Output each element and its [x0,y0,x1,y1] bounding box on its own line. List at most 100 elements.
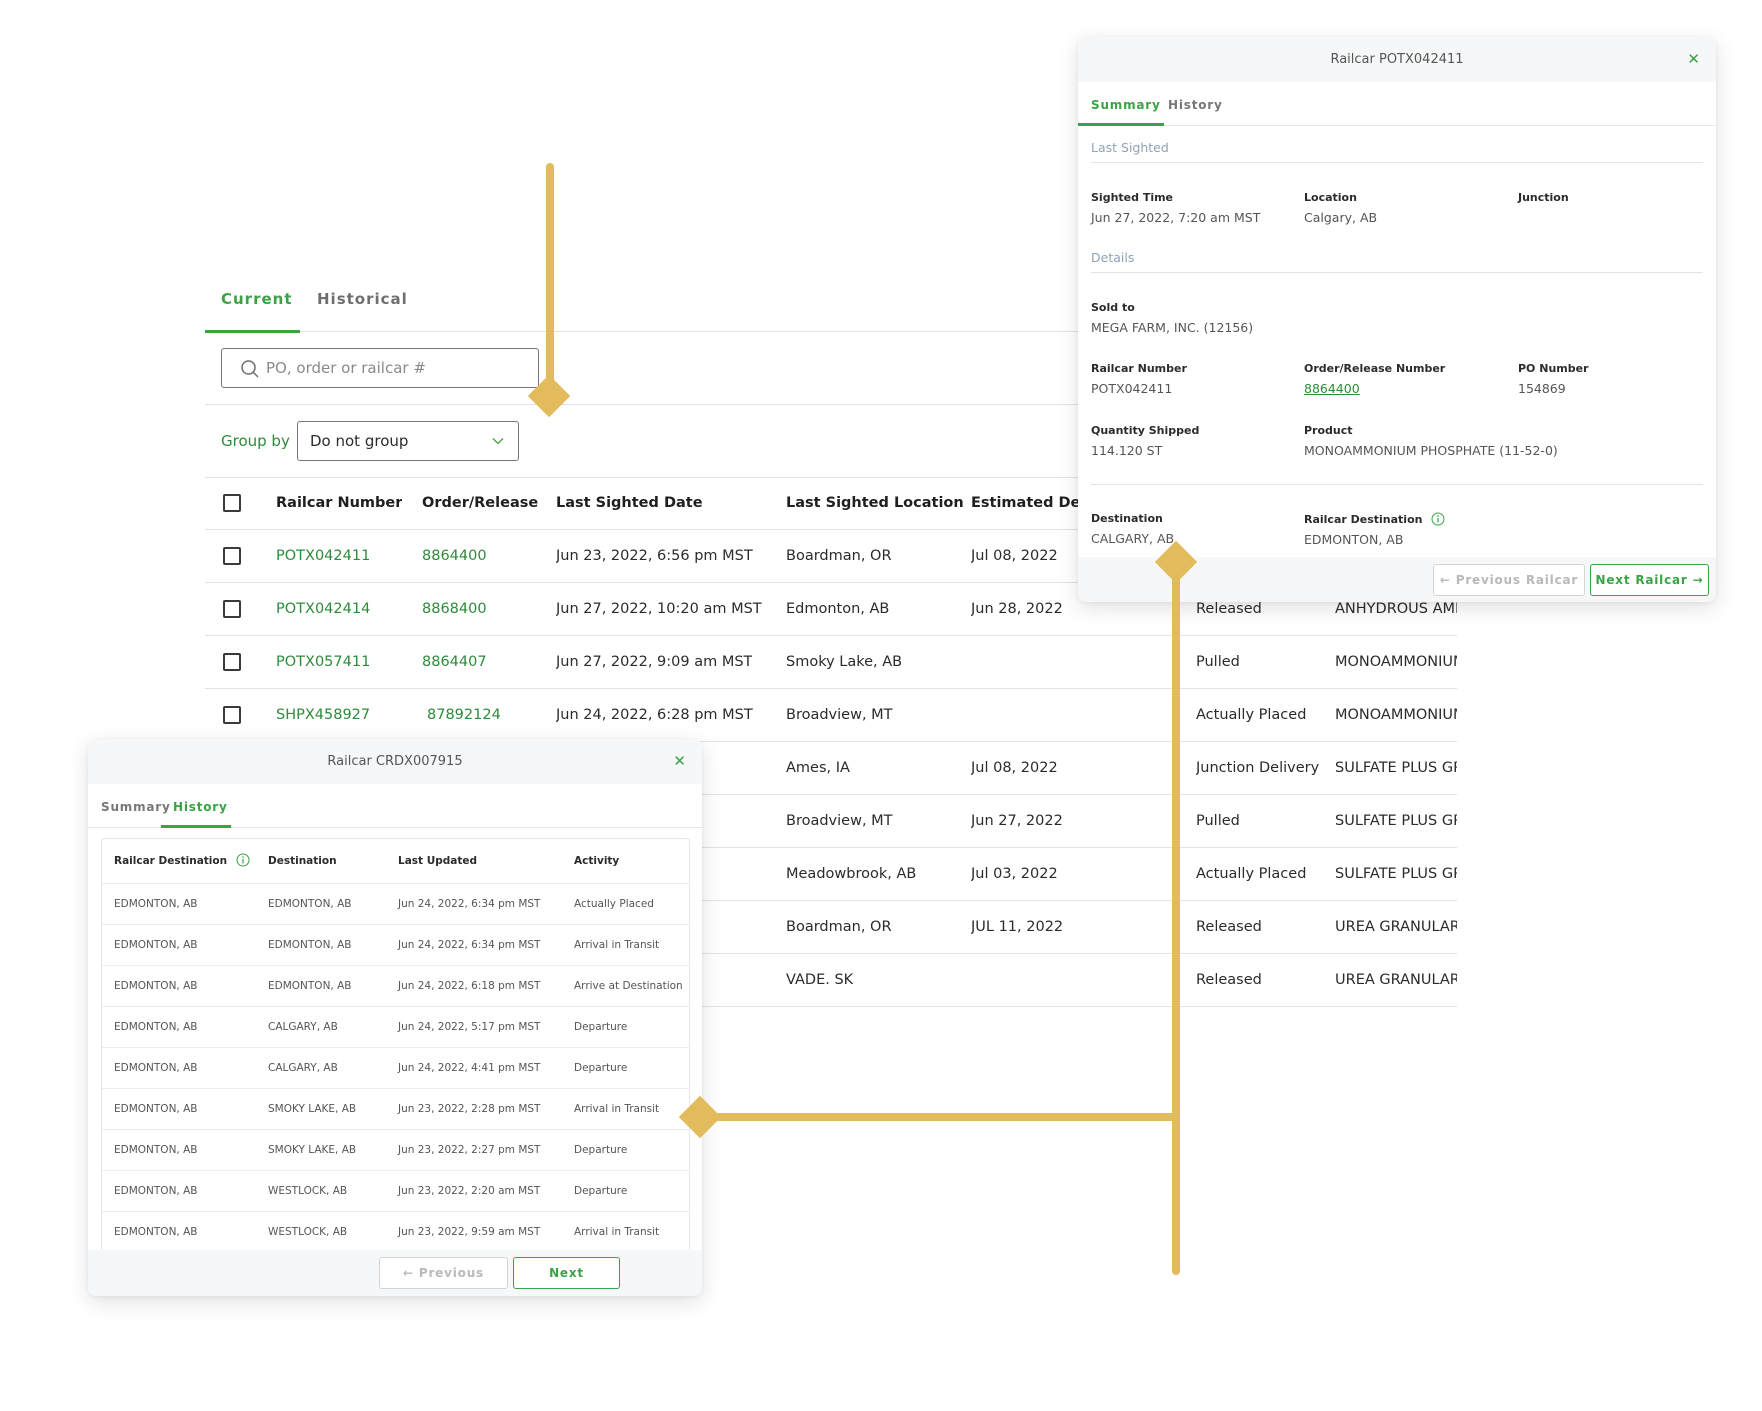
tab-history[interactable]: History [1168,98,1223,112]
section-title-last-sighted: Last Sighted [1091,140,1169,155]
estimated-delivery: JUL 11, 2022 [971,919,1064,935]
railcar-link[interactable]: SHPX458927 [276,689,370,741]
divider [205,404,1105,405]
product: SULFATE PLUS GRA [1335,760,1457,776]
history-row: EDMONTON, AB CALGARY, AB Jun 24, 2022, 4:4… [102,1048,689,1089]
railcar-destination: EDMONTON, AB [114,1226,198,1238]
status: Released [1196,919,1262,935]
tab-historical[interactable]: Historical [317,290,408,332]
divider [1091,162,1703,163]
activity: Departure [574,1021,628,1033]
next-railcar-button[interactable]: Next Railcar → [513,1257,620,1289]
last-sighted-date: Jun 27, 2022, 9:09 am MST [556,654,753,670]
product: SULFATE PLUS GRA [1335,866,1457,882]
row-checkbox[interactable] [223,547,241,565]
railcar-link[interactable]: POTX042411 [276,530,370,582]
railcar-destination: EDMONTON, AB [114,1021,198,1033]
table-row[interactable]: SHPX458927 87892124 Jun 24, 2022, 6:28 pm … [205,689,1457,742]
history-row: EDMONTON, AB SMOKY LAKE, AB Jun 23, 2022, … [102,1130,689,1171]
railcar-destination: EDMONTON, AB [114,1185,198,1197]
select-all-checkbox[interactable] [223,494,241,512]
tab-summary[interactable]: Summary [101,800,171,814]
last-sighted-date: Jun 23, 2022, 6:56 pm MST [556,548,753,564]
arrow-right-icon: → [1687,573,1704,587]
table-row[interactable]: POTX057411 8864407 Jun 27, 2022, 9:09 am M… [205,636,1457,689]
estimated-delivery: Jun 27, 2022 [971,813,1063,829]
order-link[interactable]: 8864400 [422,530,487,582]
column-header-order[interactable]: Order/Release [422,477,538,529]
arrow-left-icon: ← [403,1266,419,1280]
panel-footer: ← Previous Railcar Next Railcar → [88,1250,702,1296]
activity: Arrive at Destination [574,980,683,992]
destination: SMOKY LAKE, AB [268,1144,357,1156]
railcar-destination: EDMONTON, AB [114,980,198,992]
search-box [221,348,539,388]
history-row: EDMONTON, AB EDMONTON, AB Jun 24, 2022, 6:… [102,884,689,925]
previous-railcar-button[interactable]: ← Previous Railcar [379,1257,508,1289]
history-header-row: Railcar Destination Destination Last Upd… [102,839,689,884]
row-checkbox[interactable] [223,600,241,618]
row-checkbox[interactable] [223,653,241,671]
destination: CALGARY, AB [268,1062,338,1074]
tab-summary[interactable]: Summary [1091,98,1161,112]
railcar-destination: EDMONTON, AB [114,1062,198,1074]
destination: EDMONTON, AB [268,898,352,910]
active-tab-indicator [1078,123,1164,126]
last-sighted-location: Boardman, OR [786,919,892,935]
estimated-delivery: Jul 03, 2022 [971,866,1058,882]
row-checkbox[interactable] [223,706,241,724]
last-sighted-location: Broadview, MT [786,707,893,723]
info-icon[interactable] [1431,512,1445,526]
column-header-railcar[interactable]: Railcar Number [276,477,402,529]
search-input[interactable] [266,349,526,387]
activity: Arrival in Transit [574,1103,660,1115]
field-quantity-shipped: Quantity Shipped 114.120 ST [1091,424,1200,458]
field-destination: Destination CALGARY, AB [1091,512,1175,546]
history-row: EDMONTON, AB EDMONTON, AB Jun 24, 2022, 6:… [102,966,689,1007]
activity: Actually Placed [574,898,654,910]
connector-line [700,1113,1180,1121]
previous-railcar-button[interactable]: ← Previous Railcar [1433,564,1585,596]
activity: Arrival in Transit [574,1226,660,1238]
order-link[interactable]: 87892124 [427,689,501,741]
railcar-link[interactable]: POTX042414 [276,583,370,635]
railcar-history-panel: Railcar CRDX007915 ✕ Summary History Rai… [88,739,702,1296]
activity: Departure [574,1185,628,1197]
status: Actually Placed [1196,866,1307,882]
field-po-number: PO Number 154869 [1518,362,1589,396]
destination: EDMONTON, AB [268,939,352,951]
view-tabs: Current Historical [205,290,1105,333]
close-icon[interactable]: ✕ [1687,37,1700,82]
panel-title: Railcar CRDX007915 [327,754,463,769]
last-sighted-location: Broadview, MT [786,813,893,829]
group-by-select[interactable]: Do not group [297,421,519,461]
tab-history[interactable]: History [173,800,228,814]
history-row: EDMONTON, AB SMOKY LAKE, AB Jun 23, 2022, … [102,1089,689,1130]
product: SULFATE PLUS GRA [1335,813,1457,829]
tab-current[interactable]: Current [221,290,293,332]
column-header-last-sighted-date[interactable]: Last Sighted Date [556,477,703,529]
order-link[interactable]: 8868400 [422,583,487,635]
history-table: Railcar Destination Destination Last Upd… [101,838,690,1250]
divider [1091,484,1703,485]
group-by-value: Do not group [310,432,409,450]
product: MONOAMMONIUM [1335,654,1457,670]
estimated-delivery: Jul 08, 2022 [971,548,1058,564]
section-title-details: Details [1091,250,1135,265]
close-icon[interactable]: ✕ [673,739,686,784]
column-header-last-sighted-location[interactable]: Last Sighted Location [786,477,964,529]
destination: WESTLOCK, AB [268,1185,348,1197]
next-railcar-button[interactable]: Next Railcar → [1590,564,1709,596]
panel-tabs: Summary History [88,784,702,828]
info-icon[interactable] [236,853,250,867]
history-row: EDMONTON, AB WESTLOCK, AB Jun 23, 2022, 9:… [102,1212,689,1250]
railcar-link[interactable]: POTX057411 [276,636,370,688]
order-link[interactable]: 8864407 [422,636,487,688]
estimated-delivery: Jun 28, 2022 [971,601,1063,617]
status: Junction Delivery [1196,760,1320,776]
estimated-delivery: Jul 08, 2022 [971,760,1058,776]
arrow-left-icon: ← [1439,573,1456,587]
order-release-link[interactable]: 8864400 [1304,381,1445,396]
last-updated: Jun 23, 2022, 2:28 pm MST [398,1103,541,1115]
destination: EDMONTON, AB [268,980,352,992]
